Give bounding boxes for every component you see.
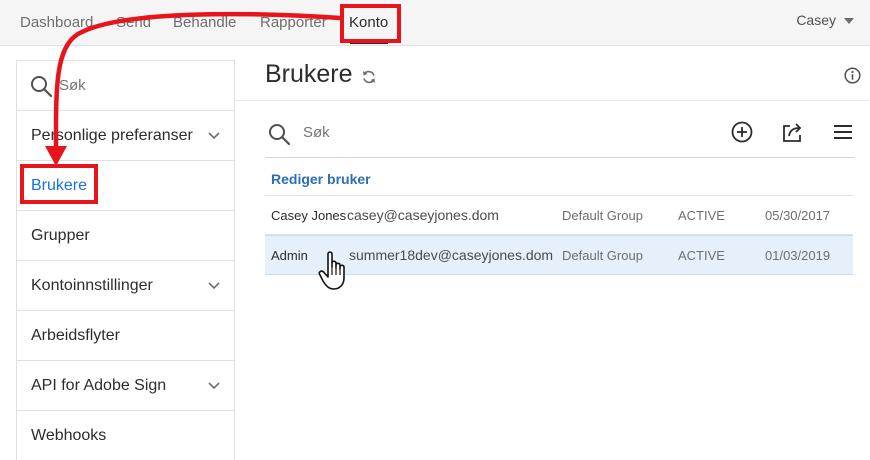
search-icon <box>269 124 291 146</box>
user-group-cell: Default Group <box>562 248 643 263</box>
divider <box>235 100 870 101</box>
page-title-text: Brukere <box>265 60 353 88</box>
sidebar-search <box>17 61 234 111</box>
top-nav: Dashboard Send Behandle Rapporter Konto … <box>0 0 870 46</box>
add-user-icon[interactable] <box>730 120 754 144</box>
table-title: Rediger bruker <box>271 171 371 187</box>
sidebar-item-label: Personlige preferanser <box>31 126 193 144</box>
user-status-cell: ACTIVE <box>678 208 725 223</box>
sidebar-item-label: Kontoinnstillinger <box>31 276 153 294</box>
sidebar-item-label: Webhooks <box>31 426 107 444</box>
table-row[interactable]: Casey Jones casey@caseyjones.dom Default… <box>265 195 853 235</box>
sidebar-item-kontoinnstillinger[interactable]: Kontoinnstillinger <box>17 261 234 311</box>
sidebar-item-grupper[interactable]: Grupper <box>17 211 234 261</box>
user-menu[interactable]: Casey <box>796 12 854 28</box>
sidebar-item-arbeidsflyter[interactable]: Arbeidsflyter <box>17 311 234 361</box>
user-status-cell: ACTIVE <box>678 248 725 263</box>
hand-cursor-icon <box>318 251 345 290</box>
sidebar-item-label: API for Adobe Sign <box>31 376 167 394</box>
sidebar-item-label: Grupper <box>31 226 90 244</box>
highlight-brukere <box>20 164 98 204</box>
chevron-down-icon <box>208 381 220 389</box>
nav-rapporter[interactable]: Rapporter <box>260 14 327 31</box>
refresh-icon[interactable] <box>361 69 377 85</box>
user-name-cell: Admin <box>271 248 308 263</box>
info-icon[interactable] <box>844 67 861 84</box>
user-name-cell: Casey Jones <box>271 208 347 223</box>
user-date-cell: 01/03/2019 <box>765 248 831 263</box>
highlight-konto <box>340 4 401 43</box>
chevron-down-icon <box>208 131 220 139</box>
users-search-input[interactable] <box>303 124 603 141</box>
sidebar-item-webhooks[interactable]: Webhooks <box>17 411 234 460</box>
page-title: Brukere <box>265 60 377 89</box>
user-name: Casey <box>796 12 836 28</box>
nav-behandle[interactable]: Behandle <box>173 14 236 31</box>
menu-icon[interactable] <box>831 120 855 144</box>
user-group-cell: Default Group <box>562 208 643 223</box>
export-icon[interactable] <box>781 120 805 144</box>
user-email-cell: casey@caseyjones.dom <box>347 207 499 223</box>
sidebar-item-personlige-preferanser[interactable]: Personlige preferanser <box>17 111 234 161</box>
sidebar: Personlige preferanser Brukere Grupper K… <box>16 60 235 460</box>
sidebar-item-label: Arbeidsflyter <box>31 326 120 344</box>
sidebar-search-input[interactable] <box>59 77 209 94</box>
search-icon <box>31 75 53 97</box>
sidebar-item-api-for-adobe-sign[interactable]: API for Adobe Sign <box>17 361 234 411</box>
nav-send[interactable]: Send <box>116 14 151 31</box>
caret-down-icon <box>844 18 854 24</box>
nav-dashboard[interactable]: Dashboard <box>20 14 93 31</box>
user-email-cell: summer18dev@caseyjones.dom <box>349 247 554 263</box>
chevron-down-icon <box>208 281 220 289</box>
user-date-cell: 05/30/2017 <box>765 208 831 223</box>
users-toolbar <box>265 112 855 158</box>
